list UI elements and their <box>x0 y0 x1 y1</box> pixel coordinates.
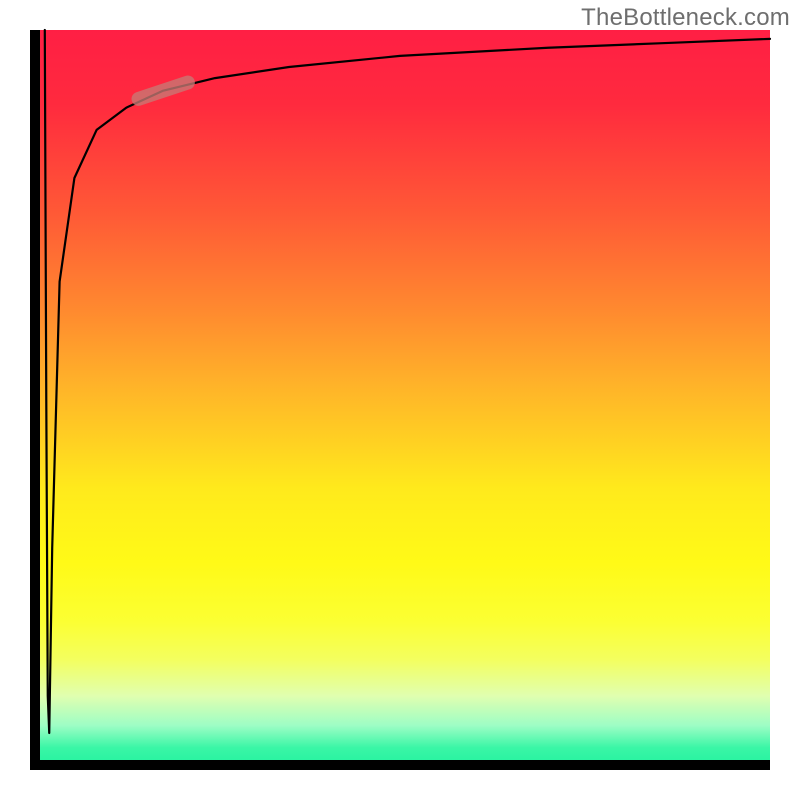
x-axis <box>30 760 770 770</box>
watermark-text: TheBottleneck.com <box>581 4 790 32</box>
y-axis <box>30 30 40 770</box>
curve-layer <box>30 30 770 770</box>
highlight-marker <box>139 82 188 98</box>
chart-container: { "watermark": "TheBottleneck.com", "col… <box>0 0 800 800</box>
bottleneck-curve <box>45 30 770 733</box>
